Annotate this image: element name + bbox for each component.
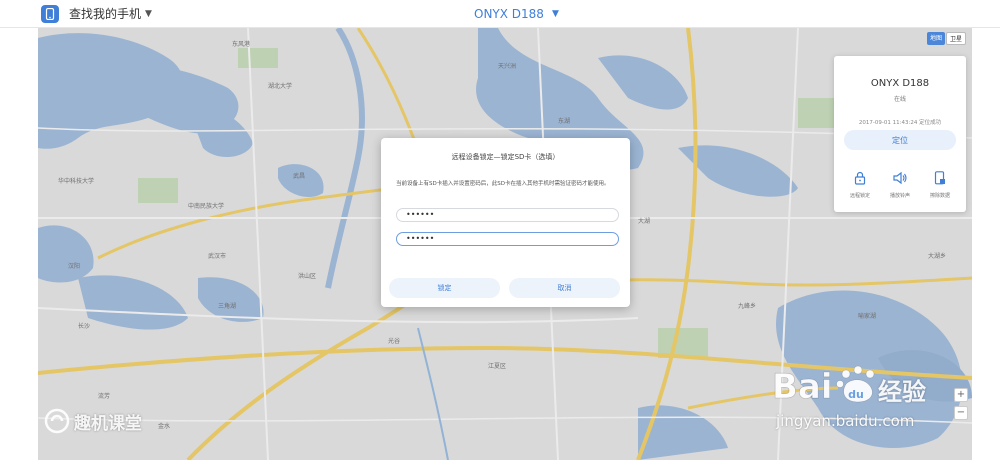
watermark-logo-icon bbox=[44, 408, 70, 434]
device-panel: ONYX D188 在线 2017-09-01 11:43:24 定位成功 定位… bbox=[834, 56, 966, 212]
svg-text:Bai: Bai bbox=[772, 367, 833, 407]
device-name: ONYX D188 bbox=[474, 7, 544, 21]
panel-device-name: ONYX D188 bbox=[870, 78, 930, 89]
chevron-down-icon: ▼ bbox=[551, 9, 559, 19]
password-input[interactable]: •••••• bbox=[396, 208, 619, 222]
watermark-left: 趣机课堂 bbox=[44, 408, 142, 434]
cancel-button[interactable]: 取消 bbox=[509, 278, 620, 298]
play-sound-button[interactable]: 播放铃声 bbox=[882, 170, 918, 199]
erase-icon bbox=[934, 171, 945, 185]
device-selector[interactable]: ONYX D188 ▼ bbox=[474, 0, 559, 28]
speaker-icon bbox=[893, 171, 907, 185]
map-type-toggle: 地图 卫星 bbox=[926, 32, 966, 45]
panel-actions: 远程锁定 播放铃声 擦除数据 bbox=[842, 170, 958, 199]
map-type-map[interactable]: 地图 bbox=[926, 32, 945, 45]
zoom-controls: + − bbox=[954, 388, 968, 452]
phone-icon bbox=[41, 4, 59, 23]
zoom-out-button[interactable]: − bbox=[954, 406, 968, 420]
lock-icon bbox=[854, 171, 866, 185]
zoom-in-button[interactable]: + bbox=[954, 388, 968, 402]
erase-data-button[interactable]: 擦除数据 bbox=[922, 170, 958, 199]
panel-device-status: 在线 bbox=[893, 96, 906, 103]
confirm-password-input[interactable]: •••••• bbox=[396, 232, 619, 246]
lock-button[interactable]: 锁定 bbox=[389, 278, 500, 298]
watermark-url: jingyan.baidu.com bbox=[776, 412, 915, 430]
panel-locate-time: 2017-09-01 11:43:24 定位成功 bbox=[858, 120, 942, 126]
app-brand[interactable]: 查找我的手机 ▼ bbox=[41, 4, 152, 23]
chevron-down-icon: ▼ bbox=[145, 8, 152, 19]
dialog-description: 当前设备上有SD卡插入并设置密码后，此SD卡在插入其他手机时需验证密码才能使用。 bbox=[396, 181, 610, 187]
top-bar: 查找我的手机 ▼ ONYX D188 ▼ bbox=[0, 0, 1000, 28]
baidu-watermark-text: 经验 bbox=[878, 378, 926, 406]
baidu-logo-icon: Bai du bbox=[772, 365, 875, 407]
svg-text:du: du bbox=[848, 388, 864, 401]
remote-lock-button[interactable]: 远程锁定 bbox=[842, 170, 878, 199]
map-type-satellite[interactable]: 卫星 bbox=[945, 32, 966, 45]
dialog-title: 远程设备锁定—锁定SD卡（选填） bbox=[451, 153, 560, 161]
sd-lock-dialog: 远程设备锁定—锁定SD卡（选填） 当前设备上有SD卡插入并设置密码后，此SD卡在… bbox=[381, 138, 630, 307]
app-title: 查找我的手机 bbox=[69, 7, 142, 21]
locate-button[interactable]: 定位 bbox=[844, 130, 956, 150]
